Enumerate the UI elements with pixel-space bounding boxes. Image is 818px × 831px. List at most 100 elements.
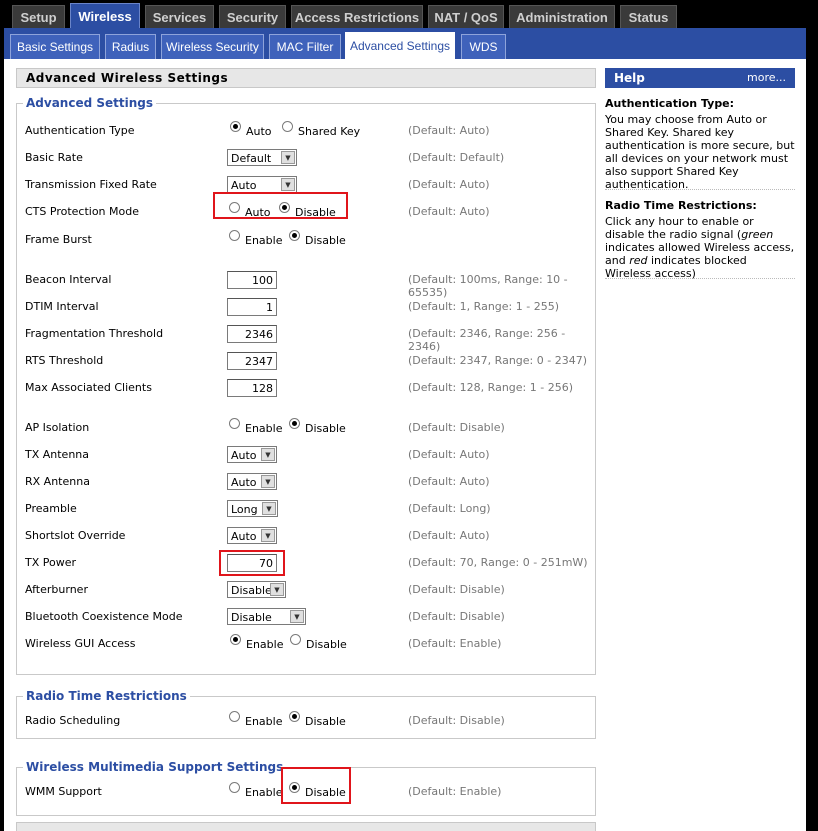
tab-status[interactable]: Status xyxy=(620,5,677,29)
dtim-default: (Default: 1, Range: 1 - 255) xyxy=(408,300,559,313)
wmm-legend: Wireless Multimedia Support Settings xyxy=(23,760,287,774)
content-area: Advanced Wireless Settings Advanced Sett… xyxy=(4,59,806,831)
dtim-input[interactable] xyxy=(227,298,277,316)
tx-rate-default: (Default: Auto) xyxy=(408,178,490,191)
help-radio-text: Click any hour to enable or disable the … xyxy=(605,215,795,280)
shortslot-row: Shortslot Override Auto ▼ (Default: Auto) xyxy=(25,526,591,546)
rx-antenna-row: RX Antenna Auto ▼ (Default: Auto) xyxy=(25,472,591,492)
tx-rate-label: Transmission Fixed Rate xyxy=(25,178,157,191)
wmm-support-label: WMM Support xyxy=(25,785,102,798)
tab-nat-qos[interactable]: NAT / QoS xyxy=(428,5,504,29)
bluetooth-default: (Default: Disable) xyxy=(408,610,505,623)
help-radio-title: Radio Time Restrictions: xyxy=(605,199,757,212)
rx-antenna-label: RX Antenna xyxy=(25,475,90,488)
shortslot-default: (Default: Auto) xyxy=(408,529,490,542)
radio-scheduling-label: Radio Scheduling xyxy=(25,714,121,727)
help-auth-title: Authentication Type: xyxy=(605,97,735,110)
tx-power-default: (Default: 70, Range: 0 - 251mW) xyxy=(408,556,588,569)
subtab-radius[interactable]: Radius xyxy=(105,34,156,59)
advanced-settings-legend: Advanced Settings xyxy=(23,96,157,110)
frag-label: Fragmentation Threshold xyxy=(25,327,164,340)
help-radio-section: Radio Time Restrictions: Click any hour … xyxy=(605,199,795,280)
frame-burst-label: Frame Burst xyxy=(25,233,92,246)
basic-rate-label: Basic Rate xyxy=(25,151,83,164)
subtab-advanced-settings[interactable]: Advanced Settings xyxy=(345,32,455,59)
tx-power-label: TX Power xyxy=(25,556,77,569)
gui-access-default: (Default: Enable) xyxy=(408,637,502,650)
wmm-support-default: (Default: Enable) xyxy=(408,785,502,798)
rx-antenna-default: (Default: Auto) xyxy=(408,475,490,488)
beacon-default: (Default: 100ms, Range: 10 - 65535) xyxy=(408,273,568,299)
radio-scheduling-row: Radio Scheduling Enable Disable (Default… xyxy=(25,711,591,731)
auth-type-label: Authentication Type xyxy=(25,124,135,137)
tx-power-highlight-box xyxy=(219,550,285,576)
frag-row: Fragmentation Threshold (Default: 2346, … xyxy=(25,324,591,353)
ap-isolation-label: AP Isolation xyxy=(25,421,90,434)
max-clients-label: Max Associated Clients xyxy=(25,381,152,394)
basic-rate-row: Basic Rate Default ▼ (Default: Default) xyxy=(25,148,591,168)
rts-label: RTS Threshold xyxy=(25,354,104,367)
max-clients-input[interactable] xyxy=(227,379,277,397)
afterburner-label: Afterburner xyxy=(25,583,88,596)
tx-antenna-select[interactable]: Auto ▼ xyxy=(227,446,277,463)
beacon-label: Beacon Interval xyxy=(25,273,112,286)
subtab-wireless-security[interactable]: Wireless Security xyxy=(161,34,264,59)
tx-antenna-default: (Default: Auto) xyxy=(408,448,490,461)
auth-type-row: Authentication Type Auto Shared Key (Def… xyxy=(25,121,591,141)
preamble-row: Preamble Long ▼ (Default: Long) xyxy=(25,499,591,519)
afterburner-default: (Default: Disable) xyxy=(408,583,505,596)
radio-time-group: Radio Time Restrictions Radio Scheduling… xyxy=(16,689,596,739)
subtab-mac-filter[interactable]: MAC Filter xyxy=(269,34,341,59)
frag-input[interactable] xyxy=(227,325,277,343)
max-clients-row: Max Associated Clients (Default: 128, Ra… xyxy=(25,378,591,398)
rx-antenna-select[interactable]: Auto ▼ xyxy=(227,473,277,490)
bluetooth-select[interactable]: Disable ▼ xyxy=(227,608,306,625)
dtim-row: DTIM Interval (Default: 1, Range: 1 - 25… xyxy=(25,297,591,317)
cts-highlight-box xyxy=(213,192,348,219)
cts-default: (Default: Auto) xyxy=(408,205,490,218)
gui-access-row: Wireless GUI Access Enable Disable (Defa… xyxy=(25,634,591,654)
tx-antenna-row: TX Antenna Auto ▼ (Default: Auto) xyxy=(25,445,591,465)
chevron-down-icon: ▼ xyxy=(261,529,275,542)
shortslot-select[interactable]: Auto ▼ xyxy=(227,527,277,544)
rts-row: RTS Threshold (Default: 2347, Range: 0 -… xyxy=(25,351,591,371)
shortslot-label: Shortslot Override xyxy=(25,529,126,542)
max-clients-default: (Default: 128, Range: 1 - 256) xyxy=(408,381,573,394)
preamble-label: Preamble xyxy=(25,502,77,515)
tab-setup[interactable]: Setup xyxy=(12,5,65,29)
afterburner-select[interactable]: Disable ▼ xyxy=(227,581,286,598)
radio-time-legend: Radio Time Restrictions xyxy=(23,689,190,703)
help-auth-text: You may choose from Auto or Shared Key. … xyxy=(605,113,795,191)
tab-administration[interactable]: Administration xyxy=(509,5,615,29)
beacon-input[interactable] xyxy=(227,271,277,289)
bluetooth-row: Bluetooth Coexistence Mode Disable ▼ (Def… xyxy=(25,607,591,627)
subtab-basic-settings[interactable]: Basic Settings xyxy=(10,34,100,59)
dtim-label: DTIM Interval xyxy=(25,300,99,313)
tab-access-restrictions[interactable]: Access Restrictions xyxy=(291,5,423,29)
chevron-down-icon: ▼ xyxy=(270,583,284,596)
preamble-select[interactable]: Long ▼ xyxy=(227,500,278,517)
subtab-wds[interactable]: WDS xyxy=(461,34,506,59)
help-auth-section: Authentication Type: You may choose from… xyxy=(605,97,795,191)
page-title: Advanced Wireless Settings xyxy=(16,68,596,88)
radio-scheduling-default: (Default: Disable) xyxy=(408,714,505,727)
frag-default: (Default: 2346, Range: 256 - 2346) xyxy=(408,327,566,353)
advanced-settings-group: Advanced Settings Authentication Type Au… xyxy=(16,96,596,675)
tx-rate-select[interactable]: Auto ▼ xyxy=(227,176,297,193)
tx-power-row: TX Power (Default: 70, Range: 0 - 251mW) xyxy=(25,553,591,573)
rts-input[interactable] xyxy=(227,352,277,370)
sub-navigation: Basic Settings Radius Wireless Security … xyxy=(4,28,806,59)
tab-wireless[interactable]: Wireless xyxy=(70,3,140,29)
help-title: Help xyxy=(614,71,645,85)
tab-services[interactable]: Services xyxy=(145,5,214,29)
help-more-link[interactable]: more... xyxy=(747,71,786,84)
preamble-default: (Default: Long) xyxy=(408,502,491,515)
basic-rate-select[interactable]: Default ▼ xyxy=(227,149,297,166)
rts-default: (Default: 2347, Range: 0 - 2347) xyxy=(408,354,587,367)
chevron-down-icon: ▼ xyxy=(261,475,275,488)
chevron-down-icon: ▼ xyxy=(261,448,275,461)
gui-access-label: Wireless GUI Access xyxy=(25,637,136,650)
basic-rate-default: (Default: Default) xyxy=(408,151,505,164)
bluetooth-label: Bluetooth Coexistence Mode xyxy=(25,610,183,623)
tab-security[interactable]: Security xyxy=(219,5,286,29)
